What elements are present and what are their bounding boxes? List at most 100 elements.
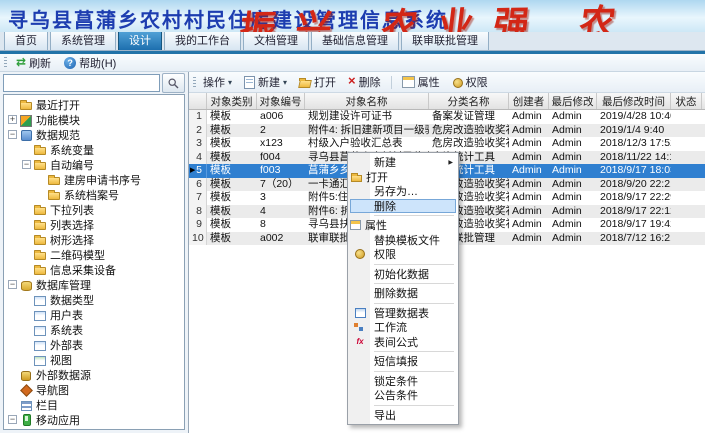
cell — [671, 124, 702, 138]
cell: 模板 — [207, 124, 257, 138]
cell: Admin — [549, 178, 597, 192]
column-header[interactable]: 对象名称 — [305, 93, 429, 109]
row-number: 6 — [189, 178, 207, 192]
menu-item[interactable]: 删除数据 — [350, 286, 456, 301]
menu-item[interactable]: 删除 — [350, 199, 456, 214]
column-header[interactable]: 最后修改 — [549, 93, 597, 109]
table-row[interactable]: 3模板x123村级入户验收汇总表危房改造验收奖补管理AdminAdmin2018… — [189, 137, 705, 151]
tree-item-label: 外部数据源 — [36, 367, 91, 383]
tree-item[interactable]: 建房申请书序号 — [4, 172, 184, 187]
column-header[interactable]: 分类名称 — [429, 93, 509, 109]
tree-item[interactable]: 下拉列表 — [4, 202, 184, 217]
menu-item[interactable]: 管理数据表 — [350, 306, 456, 321]
tree-item[interactable]: 视图 — [4, 352, 184, 367]
column-header[interactable]: 状态 — [671, 93, 702, 109]
tree-item[interactable]: 用户表 — [4, 307, 184, 322]
table-row[interactable]: 1模板a006规划建设许可证书备案发证管理AdminAdmin2019/4/28… — [189, 110, 705, 124]
menu-item[interactable]: 替换模板文件 — [350, 233, 456, 248]
search-input[interactable] — [3, 74, 160, 92]
tree-item[interactable]: 信息采集设备 — [4, 262, 184, 277]
tree-item-label: 自动编号 — [50, 157, 94, 173]
tree-item[interactable]: 系统档案号 — [4, 187, 184, 202]
tree-item[interactable]: 列表选择 — [4, 217, 184, 232]
tab-设计[interactable]: 设计 — [118, 29, 162, 50]
cell: 4 — [257, 205, 305, 219]
new-button[interactable]: 新建 — [239, 73, 292, 91]
properties-button[interactable]: 属性 — [397, 73, 445, 91]
tree-item[interactable]: 手机应用模块 — [4, 427, 184, 430]
cell: 模板 — [207, 151, 257, 165]
open-icon — [350, 172, 362, 182]
tree-item[interactable]: 二维码模型 — [4, 247, 184, 262]
collapse-icon[interactable] — [8, 130, 17, 139]
menu-item[interactable]: 公告条件 — [350, 388, 456, 403]
cell: Admin — [509, 124, 549, 138]
tree-item[interactable]: 系统表 — [4, 322, 184, 337]
cell: Admin — [549, 164, 597, 178]
tree-item[interactable]: 最近打开 — [4, 97, 184, 112]
menu-item[interactable]: 初始化数据 — [350, 267, 456, 282]
collapse-icon[interactable] — [22, 160, 31, 169]
tree-item[interactable]: 移动应用 — [4, 412, 184, 427]
toolbar-grip — [193, 77, 196, 88]
tree-item[interactable]: 外部数据源 — [4, 367, 184, 382]
tree-item[interactable]: 功能模块 — [4, 112, 184, 127]
column-header[interactable]: 创建者 — [509, 93, 549, 109]
help-button[interactable]: 帮助(H) — [60, 55, 120, 71]
table-row[interactable]: 2模板2附件4: 拆旧建新项目一级验收表危房改造验收奖补管理AdminAdmin… — [189, 124, 705, 138]
open-button[interactable]: 打开 — [294, 73, 341, 91]
refresh-button[interactable]: 刷新 — [12, 55, 55, 71]
menu-item[interactable]: 导出 — [350, 408, 456, 423]
menu-item[interactable]: 表间公式 — [350, 335, 456, 350]
permissions-button[interactable]: 权限 — [447, 73, 493, 91]
new-label: 新建 — [258, 74, 280, 90]
column-header[interactable]: 对象类别 — [207, 93, 257, 109]
tab-基础信息管理[interactable]: 基础信息管理 — [311, 29, 399, 50]
tree-item[interactable]: 自动编号 — [4, 157, 184, 172]
expand-icon[interactable] — [8, 115, 17, 124]
menu-item[interactable]: 锁定条件 — [350, 374, 456, 389]
menu-item[interactable]: 短信填报 — [350, 354, 456, 369]
tree-item[interactable]: 导航图 — [4, 382, 184, 397]
tab-文档管理[interactable]: 文档管理 — [243, 29, 309, 50]
menu-item[interactable]: 属性 — [350, 218, 456, 233]
table-icon — [34, 324, 47, 336]
tree-item[interactable]: 系统变量 — [4, 142, 184, 157]
collapse-icon[interactable] — [8, 415, 17, 424]
tree-item[interactable]: 数据库管理 — [4, 277, 184, 292]
cell: Admin — [509, 232, 549, 246]
tab-系统管理[interactable]: 系统管理 — [50, 29, 116, 50]
banner: 寻乌县菖蒲乡农村村民住房建设管理信息系统 振兴 农业强 农 — [0, 0, 705, 32]
tab-联审联批管理[interactable]: 联审联批管理 — [401, 29, 489, 50]
column-header[interactable]: 最后修改时间 — [597, 93, 671, 109]
refresh-icon — [16, 57, 26, 69]
cell: 2018/9/17 22:29 — [597, 191, 671, 205]
tab-bar: 首页系统管理设计我的工作台文档管理基础信息管理联审联批管理 — [0, 32, 705, 51]
tree-item[interactable]: 数据类型 — [4, 292, 184, 307]
tree-item[interactable]: 外部表 — [4, 337, 184, 352]
cell: 模板 — [207, 137, 257, 151]
menu-item[interactable]: 权限 — [350, 247, 456, 262]
cell: a006 — [257, 110, 305, 124]
menu-item[interactable]: 工作流 — [350, 320, 456, 335]
cell: Admin — [509, 137, 549, 151]
refresh-label: 刷新 — [29, 55, 51, 71]
tree-item[interactable]: 树形选择 — [4, 232, 184, 247]
tree-item[interactable]: 栏目 — [4, 397, 184, 412]
operate-button[interactable]: 操作 — [198, 73, 237, 91]
search-button[interactable] — [162, 73, 185, 93]
folder-icon — [48, 174, 61, 186]
tree-item-label: 建房申请书序号 — [64, 172, 141, 188]
tab-首页[interactable]: 首页 — [4, 29, 48, 50]
menu-item[interactable]: 打开 — [350, 170, 456, 185]
column-header[interactable]: 对象编号 — [257, 93, 305, 109]
delete-button[interactable]: 删除 — [343, 73, 386, 91]
tree-item[interactable]: 数据规范 — [4, 127, 184, 142]
cell: 7（20） — [257, 178, 305, 192]
cell: x123 — [257, 137, 305, 151]
menu-item[interactable]: 另存为… — [350, 184, 456, 199]
menu-item[interactable]: 新建 — [350, 155, 456, 170]
tab-我的工作台[interactable]: 我的工作台 — [164, 29, 241, 50]
collapse-icon[interactable] — [8, 280, 17, 289]
folder-icon — [20, 99, 33, 111]
